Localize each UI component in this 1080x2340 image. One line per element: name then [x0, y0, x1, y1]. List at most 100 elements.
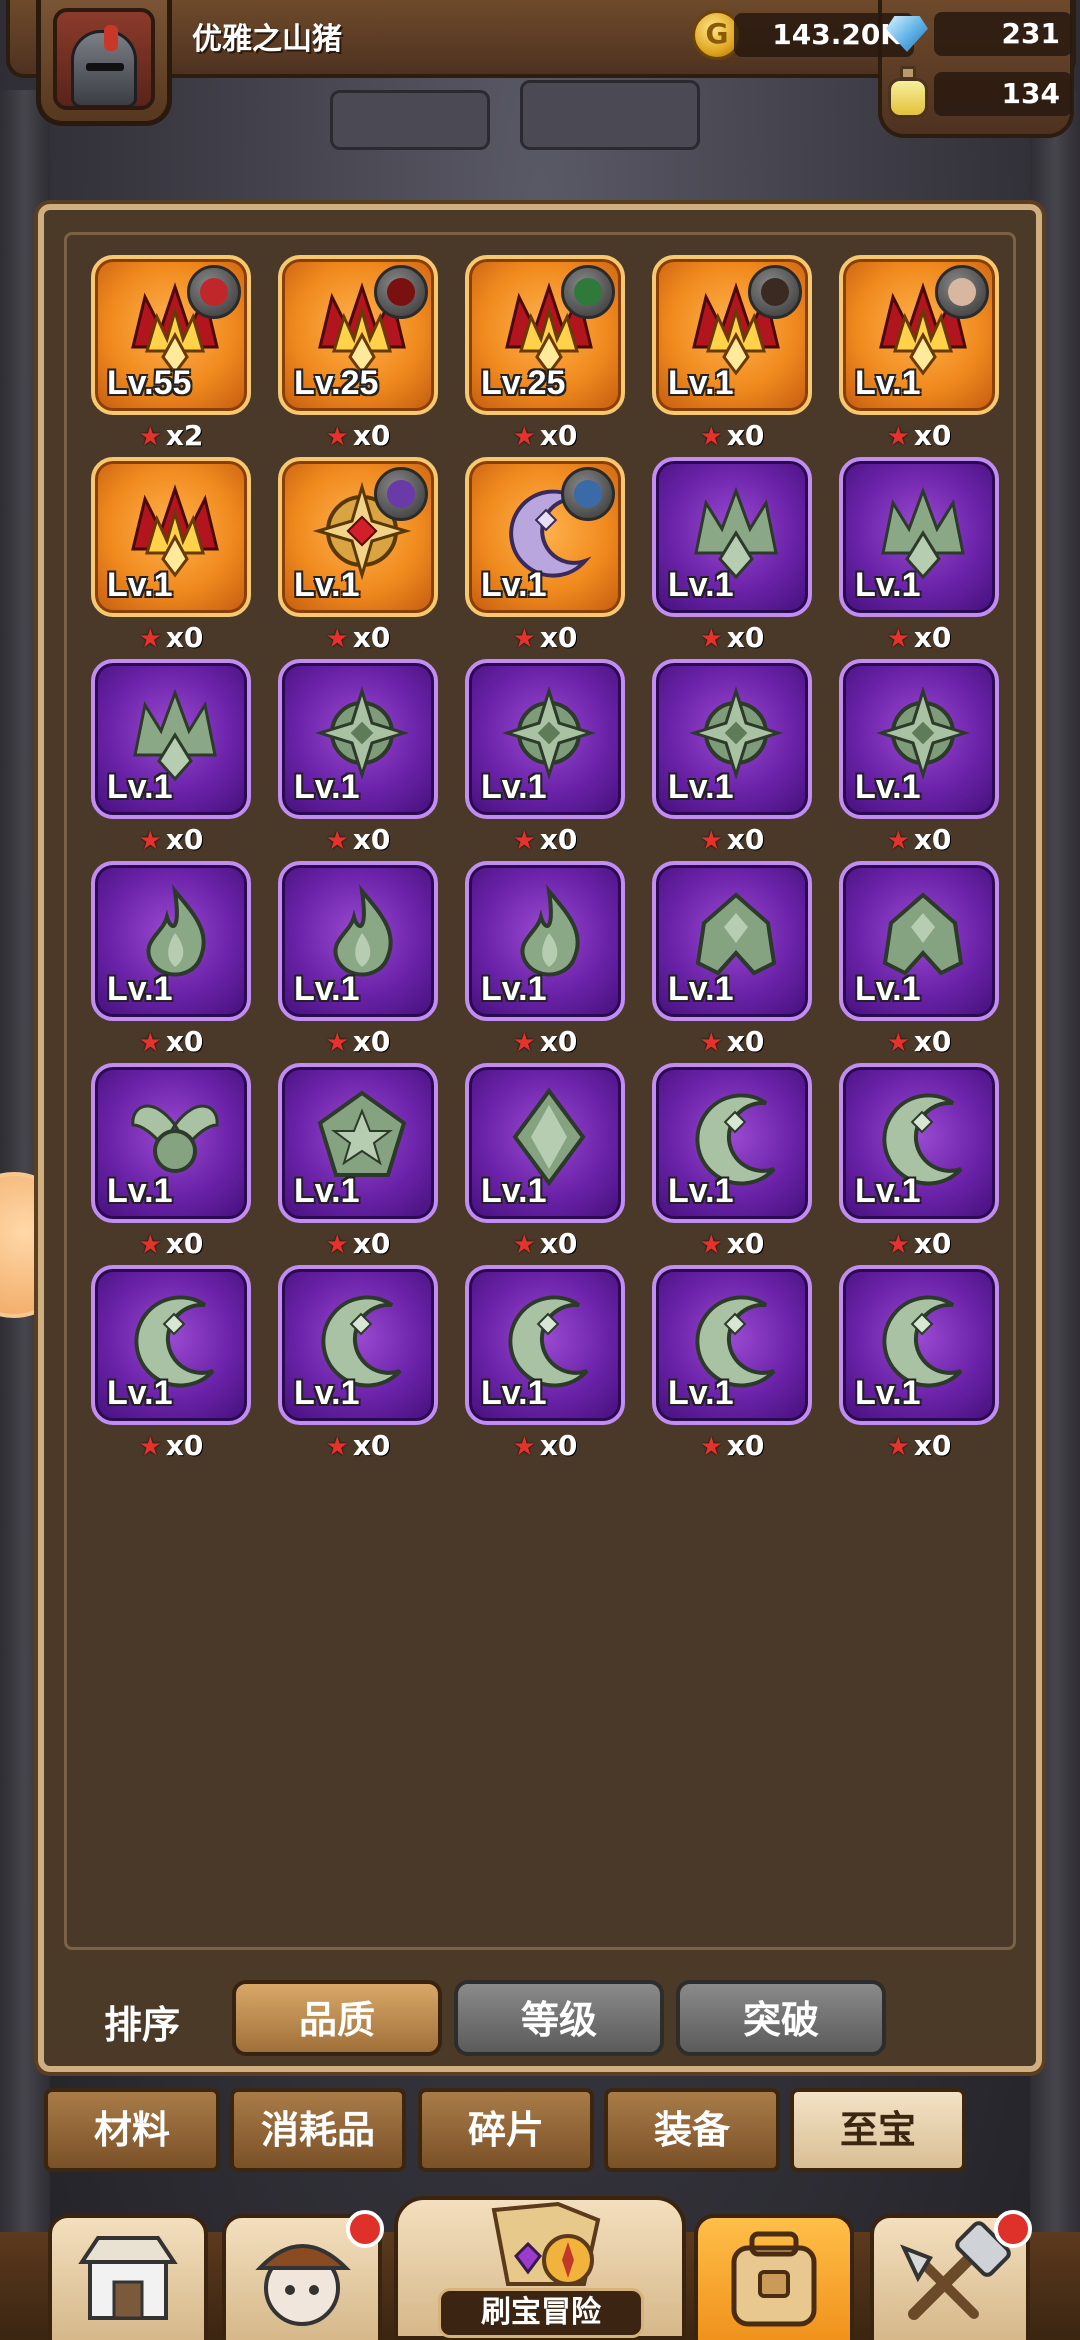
- treasure-item[interactable]: Lv.25 ★ x0: [278, 255, 438, 452]
- nav-hero[interactable]: [222, 2210, 384, 2340]
- item-grid-container[interactable]: Lv.55 ★ x2 Lv.25 ★ x0 Lv.25 ★ x0 Lv.1 ★ x0 Lv.1 ★…: [64, 232, 1016, 1950]
- item-star-count: ★ x0: [652, 419, 812, 452]
- treasure-item[interactable]: Lv.1 ★ x0: [652, 659, 812, 856]
- avatar-frame[interactable]: [36, 0, 172, 126]
- treasure-item[interactable]: Lv.1 ★ x0: [839, 255, 999, 452]
- treasure-item[interactable]: Lv.1 ★ x0: [465, 457, 625, 654]
- treasure-item[interactable]: Lv.1 ★ x0: [839, 1063, 999, 1260]
- treasure-card[interactable]: Lv.1: [652, 457, 812, 617]
- treasure-card[interactable]: Lv.25: [465, 255, 625, 415]
- nav-adventure[interactable]: 刷宝冒险: [394, 2196, 686, 2340]
- treasure-item[interactable]: Lv.1 ★ x0: [839, 457, 999, 654]
- treasure-card[interactable]: Lv.1: [652, 861, 812, 1021]
- treasure-card[interactable]: Lv.25: [278, 255, 438, 415]
- sort-breakthrough-button[interactable]: 突破: [676, 1980, 886, 2056]
- treasure-card[interactable]: Lv.1: [278, 659, 438, 819]
- treasure-item[interactable]: Lv.1 ★ x0: [652, 457, 812, 654]
- blue-hood-hero-icon: [561, 467, 615, 521]
- treasure-item[interactable]: Lv.1 ★ x0: [839, 659, 999, 856]
- sort-level-button[interactable]: 等级: [454, 1980, 664, 2056]
- treasure-item[interactable]: Lv.1 ★ x0: [652, 1265, 812, 1462]
- treasure-item[interactable]: Lv.1 ★ x0: [652, 1063, 812, 1260]
- sort-label: 排序: [104, 2003, 181, 2047]
- treasure-item[interactable]: Lv.1 ★ x0: [278, 457, 438, 654]
- top-bar: 优雅之山猪 G 143.20K 231 134: [0, 0, 1080, 138]
- treasure-item[interactable]: Lv.25 ★ x0: [465, 255, 625, 452]
- treasure-card[interactable]: Lv.1: [91, 861, 251, 1021]
- tab-consumables[interactable]: 消耗品: [230, 2088, 406, 2172]
- tab-materials[interactable]: 材料: [44, 2088, 220, 2172]
- treasure-item[interactable]: Lv.1 ★ x0: [839, 1265, 999, 1462]
- treasure-item[interactable]: Lv.1 ★ x0: [91, 1265, 251, 1462]
- tab-treasures[interactable]: 至宝: [790, 2088, 966, 2172]
- treasure-item[interactable]: Lv.1 ★ x0: [465, 1063, 625, 1260]
- item-level: Lv.1: [107, 970, 173, 1008]
- item-level: Lv.25: [481, 364, 566, 402]
- item-grid: Lv.55 ★ x2 Lv.25 ★ x0 Lv.25 ★ x0 Lv.1 ★ x0 Lv.1 ★…: [91, 255, 999, 1462]
- treasure-card[interactable]: Lv.1: [652, 255, 812, 415]
- treasure-card[interactable]: Lv.1: [839, 457, 999, 617]
- treasure-card[interactable]: Lv.1: [652, 659, 812, 819]
- star-count-value: x2: [165, 419, 204, 452]
- gem-display[interactable]: 231: [882, 8, 1072, 60]
- star-icon: ★: [512, 1028, 536, 1058]
- potion-icon: [882, 66, 934, 122]
- star-count-value: x0: [539, 1429, 578, 1462]
- treasure-card[interactable]: Lv.1: [652, 1265, 812, 1425]
- treasure-card[interactable]: Lv.1: [465, 1265, 625, 1425]
- treasure-item[interactable]: Lv.1 ★ x0: [465, 861, 625, 1058]
- treasure-item[interactable]: Lv.1 ★ x0: [465, 1265, 625, 1462]
- treasure-item[interactable]: Lv.55 ★ x2: [91, 255, 251, 452]
- treasure-card[interactable]: Lv.1: [278, 457, 438, 617]
- treasure-card[interactable]: Lv.1: [278, 1063, 438, 1223]
- purple-wizard-hero-icon: [374, 467, 428, 521]
- tab-fragments[interactable]: 碎片: [418, 2088, 594, 2172]
- item-star-count: ★ x0: [91, 823, 251, 856]
- treasure-card[interactable]: Lv.1: [278, 1265, 438, 1425]
- item-star-count: ★ x0: [278, 419, 438, 452]
- treasure-card[interactable]: Lv.1: [465, 1063, 625, 1223]
- treasure-card[interactable]: Lv.1: [839, 659, 999, 819]
- treasure-item[interactable]: Lv.1 ★ x0: [839, 861, 999, 1058]
- item-star-count: ★ x0: [652, 1025, 812, 1058]
- treasure-item[interactable]: Lv.1 ★ x0: [91, 457, 251, 654]
- coin-display[interactable]: G 143.20K: [692, 10, 914, 60]
- item-level: Lv.1: [294, 1374, 360, 1412]
- potion-display[interactable]: 134: [882, 66, 1072, 122]
- treasure-item[interactable]: Lv.1 ★ x0: [91, 1063, 251, 1260]
- treasure-card[interactable]: Lv.1: [465, 659, 625, 819]
- treasure-item[interactable]: Lv.1 ★ x0: [278, 1265, 438, 1462]
- star-count-value: x0: [913, 419, 952, 452]
- treasure-card[interactable]: Lv.1: [91, 1063, 251, 1223]
- treasure-item[interactable]: Lv.1 ★ x0: [278, 861, 438, 1058]
- tab-equipment[interactable]: 装备: [604, 2088, 780, 2172]
- treasure-card[interactable]: Lv.1: [839, 255, 999, 415]
- treasure-item[interactable]: Lv.1 ★ x0: [465, 659, 625, 856]
- treasure-item[interactable]: Lv.1 ★ x0: [652, 255, 812, 452]
- treasure-item[interactable]: Lv.1 ★ x0: [278, 1063, 438, 1260]
- treasure-item[interactable]: Lv.1 ★ x0: [652, 861, 812, 1058]
- star-count-value: x0: [726, 621, 765, 654]
- nav-shop[interactable]: [48, 2214, 208, 2340]
- star-count-value: x0: [165, 1227, 204, 1260]
- treasure-card[interactable]: Lv.1: [278, 861, 438, 1021]
- item-level: Lv.1: [668, 768, 734, 806]
- treasure-card[interactable]: Lv.1: [91, 659, 251, 819]
- avatar[interactable]: [53, 8, 155, 110]
- treasure-item[interactable]: Lv.1 ★ x0: [91, 659, 251, 856]
- nav-forge[interactable]: [870, 2210, 1032, 2340]
- treasure-card[interactable]: Lv.1: [839, 1265, 999, 1425]
- treasure-card[interactable]: Lv.1: [652, 1063, 812, 1223]
- treasure-item[interactable]: Lv.1 ★ x0: [278, 659, 438, 856]
- treasure-card[interactable]: Lv.1: [465, 457, 625, 617]
- treasure-card[interactable]: Lv.55: [91, 255, 251, 415]
- treasure-card[interactable]: Lv.1: [839, 861, 999, 1021]
- treasure-card[interactable]: Lv.1: [91, 1265, 251, 1425]
- treasure-card[interactable]: Lv.1: [465, 861, 625, 1021]
- treasure-card[interactable]: Lv.1: [839, 1063, 999, 1223]
- treasure-card[interactable]: Lv.1: [91, 457, 251, 617]
- sort-quality-button[interactable]: 品质: [232, 1980, 442, 2056]
- treasure-item[interactable]: Lv.1 ★ x0: [91, 861, 251, 1058]
- item-star-count: ★ x0: [91, 621, 251, 654]
- nav-backpack[interactable]: [694, 2214, 854, 2340]
